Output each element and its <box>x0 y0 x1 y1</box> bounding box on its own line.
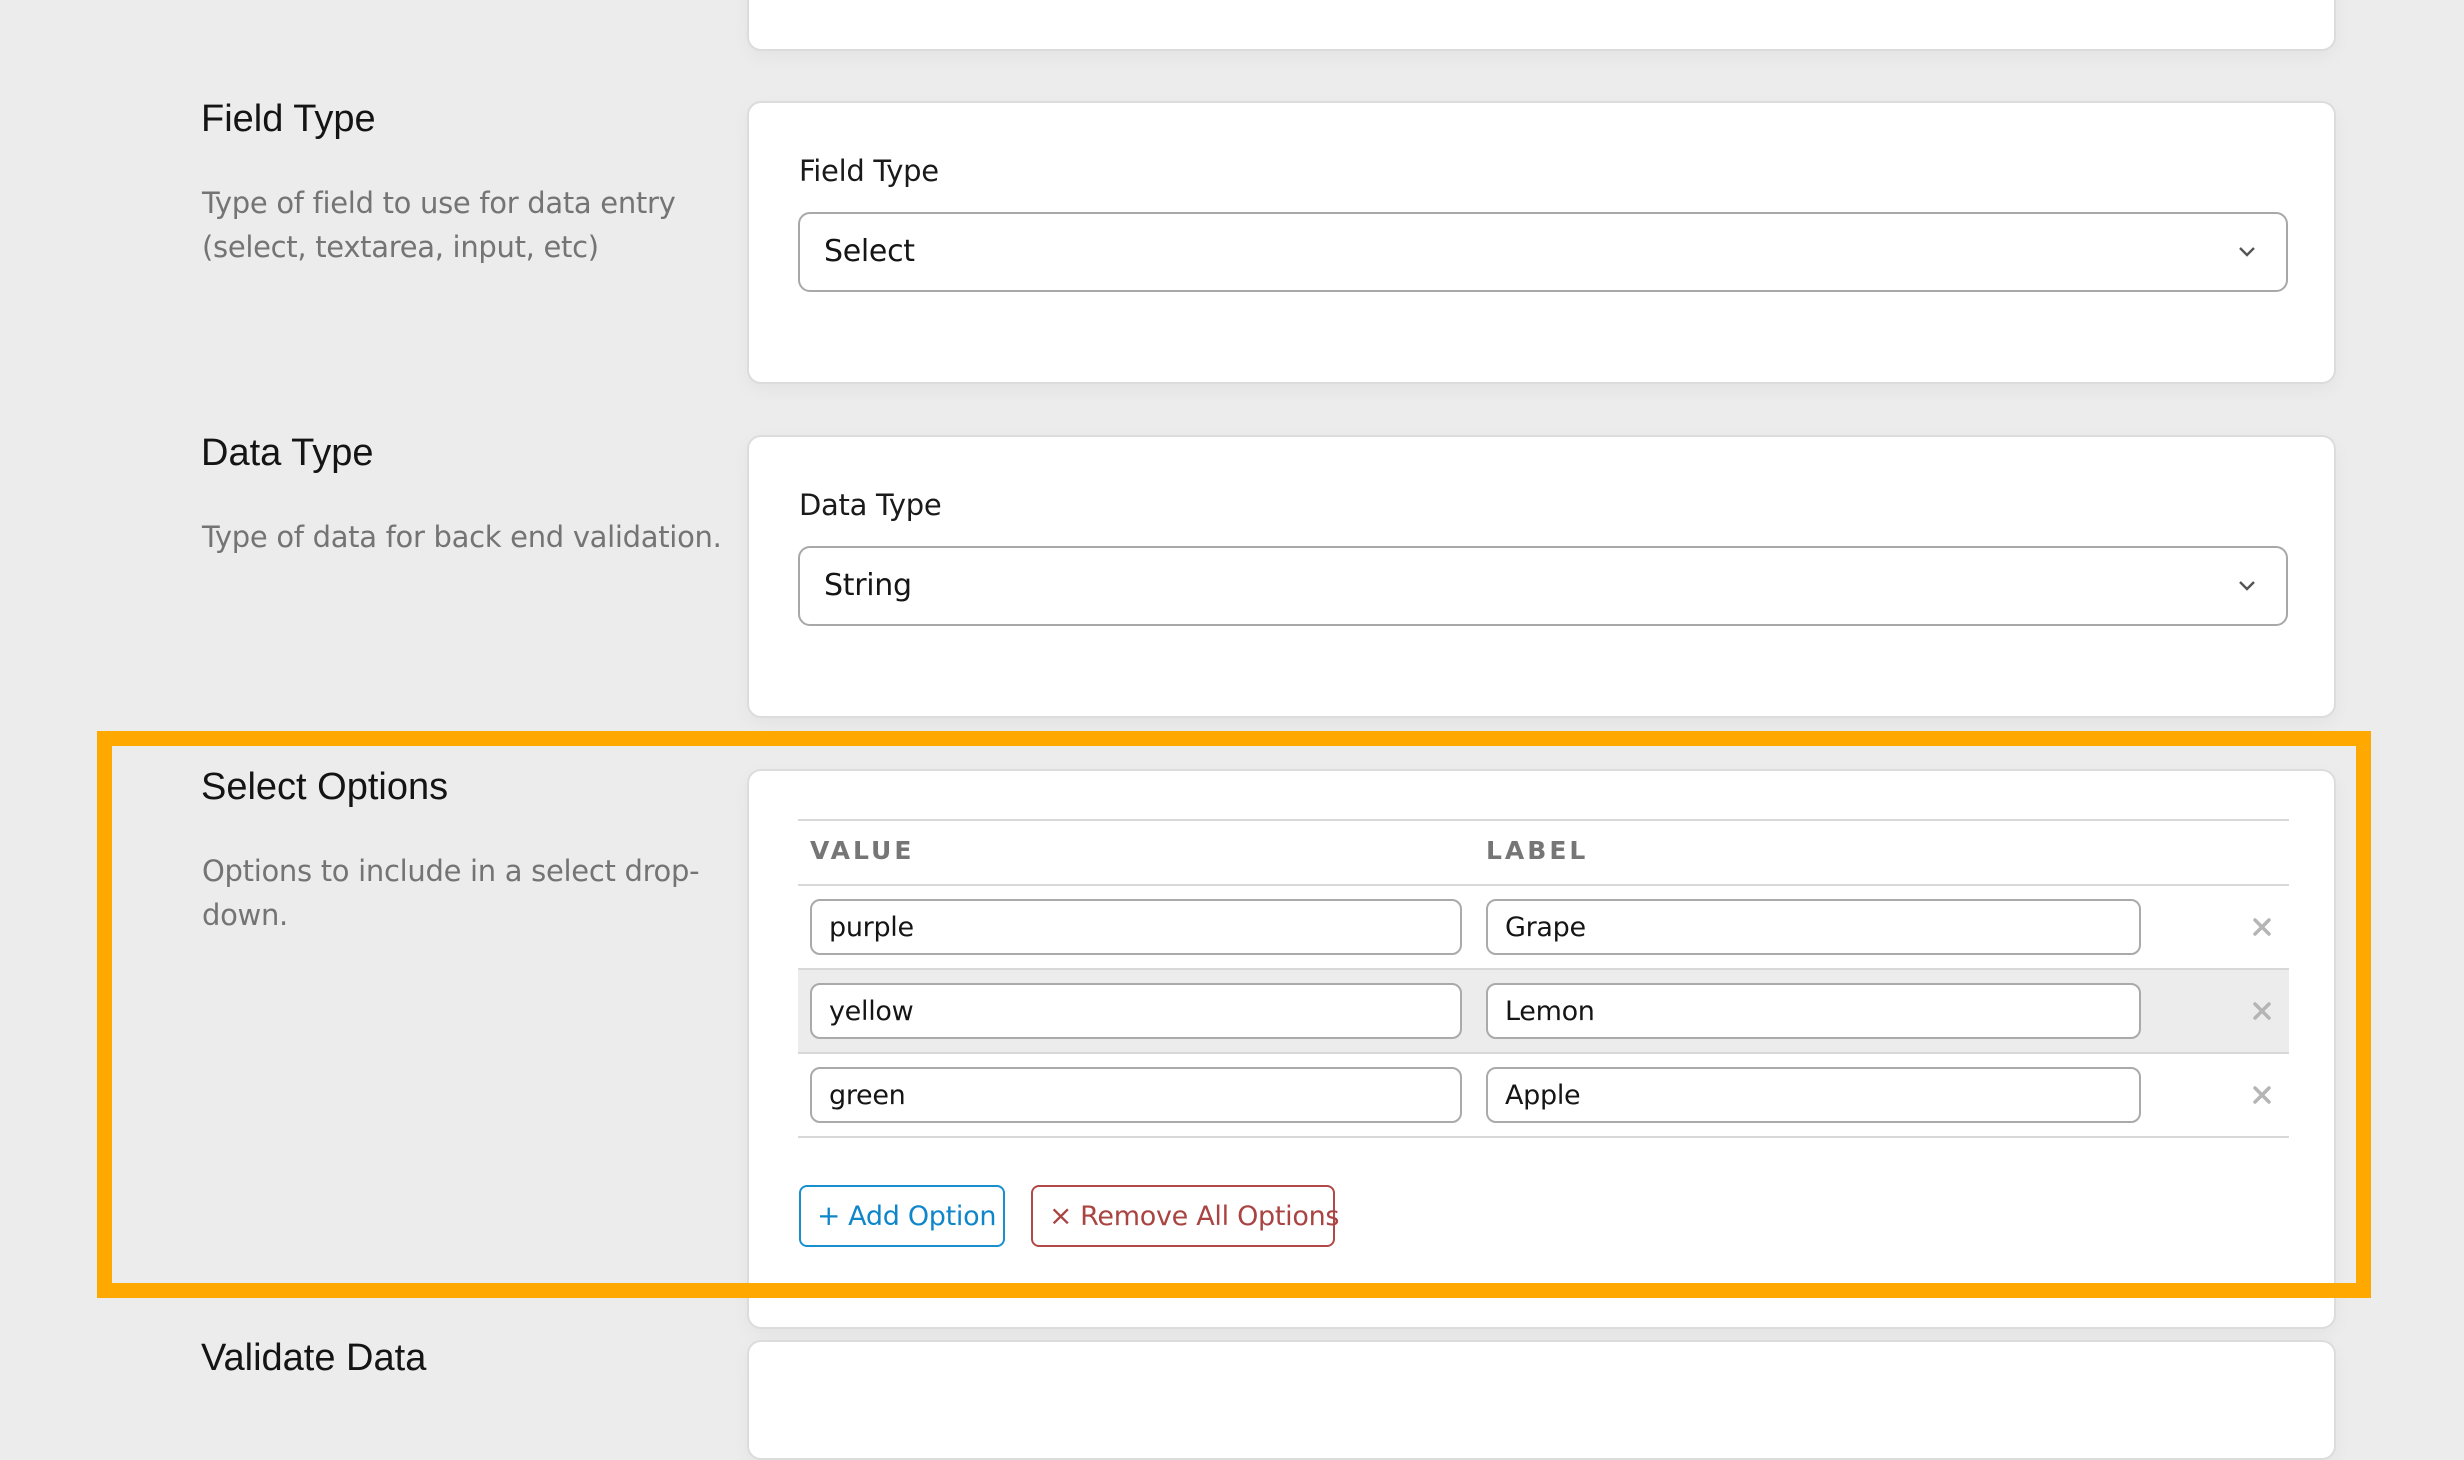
plus-icon: + <box>817 1199 841 1232</box>
validate-data-section-title: Validate Data <box>201 1337 427 1379</box>
field-type-label: Field Type <box>799 154 939 188</box>
data-type-section-description: Type of data for back end validation. <box>202 520 722 554</box>
remove-all-options-button[interactable]: × Remove All Options <box>1031 1185 1339 1247</box>
previous-section-card <box>747 0 2336 51</box>
option-row <box>798 1054 2289 1138</box>
options-table-header: VALUE LABEL <box>798 819 2289 886</box>
select-options-section-description: Options to include in a select drop-down… <box>202 854 700 932</box>
remove-option-button[interactable] <box>2246 1079 2278 1111</box>
field-type-selected-value: Select <box>824 234 915 269</box>
remove-option-button[interactable] <box>2246 911 2278 943</box>
option-label-input[interactable] <box>1486 1067 2141 1123</box>
chevron-down-icon <box>2239 247 2255 257</box>
option-value-input[interactable] <box>810 1067 1462 1123</box>
select-options-section-title: Select Options <box>201 766 449 808</box>
option-row <box>798 970 2289 1054</box>
chevron-down-icon <box>2239 581 2255 591</box>
close-icon <box>2253 1086 2271 1104</box>
data-type-select[interactable]: String <box>798 546 2288 626</box>
option-label-input[interactable] <box>1486 983 2141 1039</box>
data-type-card: Data Type String <box>747 435 2336 718</box>
close-icon <box>2253 1002 2271 1020</box>
data-type-section-title: Data Type <box>201 432 374 474</box>
column-header-label: LABEL <box>1486 836 1589 865</box>
field-type-section-title: Field Type <box>201 98 376 140</box>
field-type-select[interactable]: Select <box>798 212 2288 292</box>
validate-data-card <box>747 1340 2336 1460</box>
field-type-section-description: Type of field to use for data entry (sel… <box>202 186 676 264</box>
remove-option-button[interactable] <box>2246 995 2278 1027</box>
select-options-card: VALUE LABEL +Add Option ×Re <box>747 769 2336 1329</box>
option-row <box>798 886 2289 970</box>
option-label-input[interactable] <box>1486 899 2141 955</box>
data-type-selected-value: String <box>824 568 912 603</box>
option-value-input[interactable] <box>810 983 1462 1039</box>
close-icon <box>2253 918 2271 936</box>
field-type-card: Field Type Select <box>747 101 2336 384</box>
options-table: VALUE LABEL <box>798 819 2289 1138</box>
data-type-label: Data Type <box>799 488 942 522</box>
column-header-value: VALUE <box>810 836 915 865</box>
add-option-label: Add Option <box>848 1201 997 1232</box>
close-icon: × <box>1049 1199 1073 1232</box>
add-option-button[interactable]: + Add Option <box>799 1185 1005 1247</box>
option-value-input[interactable] <box>810 899 1462 955</box>
remove-all-options-label: Remove All Options <box>1080 1201 1340 1232</box>
